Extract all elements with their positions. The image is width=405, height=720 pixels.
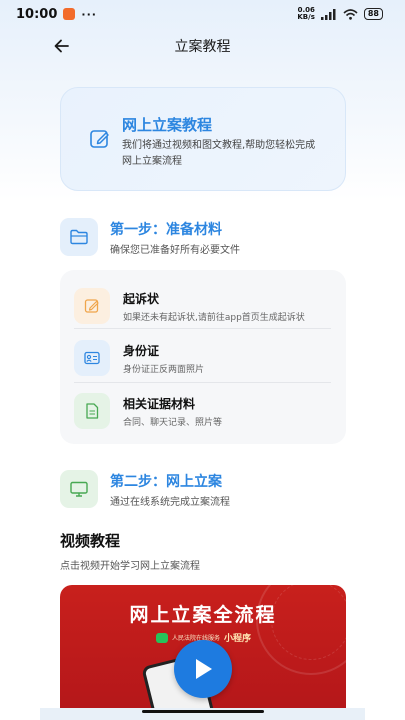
material-desc: 如果还未有起诉状,请前往app首页生成起诉状	[123, 313, 305, 323]
folder-icon	[70, 229, 88, 245]
app-notification-icon	[63, 8, 76, 20]
video-title: 网上立案全流程	[129, 604, 277, 626]
edit-icon	[84, 299, 99, 313]
material-title: 身份证	[123, 344, 160, 358]
home-indicator[interactable]	[142, 710, 264, 713]
material-title: 起诉状	[123, 292, 160, 306]
material-desc: 合同、聊天记录、照片等	[123, 418, 223, 428]
net-speed-unit: KB/s	[297, 13, 315, 21]
hero-title: 网上立案教程	[122, 116, 213, 134]
page-title: 立案教程	[174, 39, 231, 55]
step-two-subtitle: 通过在线系统完成立案流程	[110, 497, 230, 508]
step-two-icon-box	[60, 470, 98, 508]
hero-card: 网上立案教程 我们将通过视频和图文教程,帮助您轻松完成网上立案流程	[60, 87, 346, 191]
more-notifications-icon: ···	[81, 7, 97, 21]
id-card-icon-box	[74, 340, 110, 376]
wechat-icon	[156, 632, 168, 643]
monitor-icon	[70, 481, 88, 497]
wifi-icon	[343, 8, 358, 20]
status-time: 10:00	[16, 6, 58, 22]
id-card-icon	[84, 351, 100, 365]
step-two: 第二步：网上立案 通过在线系统完成立案流程	[60, 470, 360, 510]
list-item[interactable]: 相关证据材料 合同、聊天记录、照片等	[74, 387, 331, 437]
brand-big-text: 小程序	[224, 634, 252, 644]
document-icon-box	[74, 393, 110, 429]
edit-icon	[90, 130, 109, 148]
divider	[74, 382, 331, 383]
battery-icon: 88	[363, 8, 383, 20]
play-icon	[196, 659, 212, 679]
list-item[interactable]: 身份证 身份证正反两面照片	[74, 334, 331, 384]
video-section-title: 视频教程	[60, 532, 121, 550]
step-one-icon-box	[60, 218, 98, 256]
status-bar: 10:00 ··· 0.06 KB/s 88	[0, 0, 405, 28]
material-title: 相关证据材料	[123, 397, 196, 411]
edit-icon-box	[74, 288, 110, 324]
back-arrow-icon[interactable]	[52, 36, 72, 56]
play-button[interactable]	[174, 640, 232, 698]
signal-icon	[320, 8, 336, 20]
step-one-title: 第一步：准备材料	[110, 222, 222, 238]
document-icon	[86, 403, 99, 419]
video-section-subtitle: 点击视频开始学习网上立案流程	[60, 561, 200, 572]
material-desc: 身份证正反两面照片	[123, 365, 205, 375]
materials-list: 起诉状 如果还未有起诉状,请前往app首页生成起诉状 身份证 身份证正反两面照片…	[60, 270, 346, 444]
step-two-title: 第二步：网上立案	[110, 474, 222, 490]
net-speed: 0.06 KB/s	[297, 7, 314, 21]
divider	[74, 328, 331, 329]
step-one-subtitle: 确保您已准备好所有必要文件	[110, 245, 240, 256]
list-item[interactable]: 起诉状 如果还未有起诉状,请前往app首页生成起诉状	[74, 282, 331, 332]
hero-description: 我们将通过视频和图文教程,帮助您轻松完成网上立案流程	[122, 140, 316, 167]
step-one: 第一步：准备材料 确保您已准备好所有必要文件	[60, 218, 360, 258]
nav-bar: 立案教程	[0, 28, 405, 64]
